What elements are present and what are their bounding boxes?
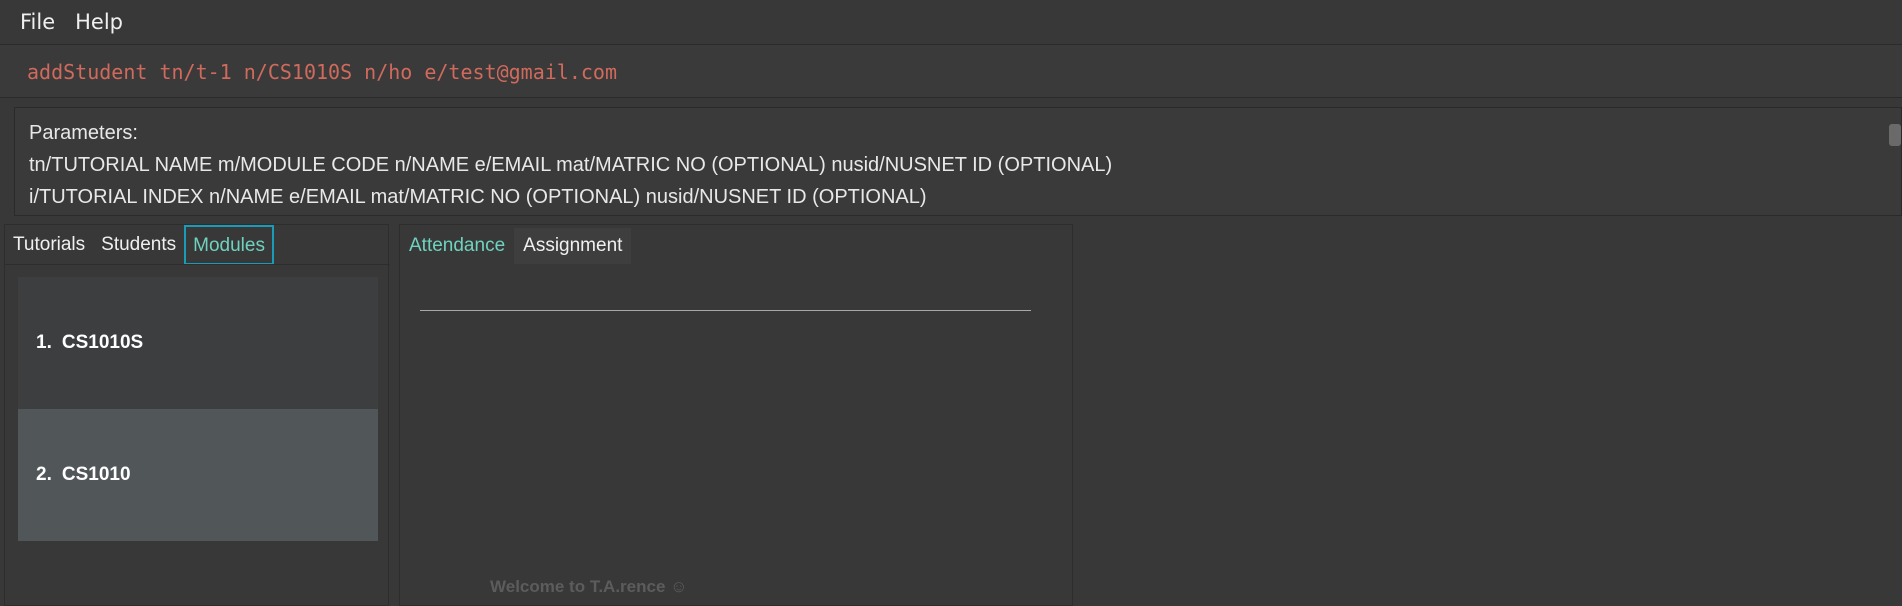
welcome-message: Welcome to T.A.rence ☺ xyxy=(490,577,688,596)
result-scrollbar[interactable] xyxy=(1889,124,1901,146)
tab-attendance[interactable]: Attendance xyxy=(400,228,514,264)
command-input[interactable] xyxy=(14,51,1888,93)
tab-divider xyxy=(5,264,390,265)
module-list: 1. CS1010S 2. CS1010 xyxy=(18,277,378,541)
list-tabs: Tutorials Students Modules xyxy=(5,225,274,265)
list-item[interactable]: 1. CS1010S xyxy=(18,277,378,409)
divider xyxy=(420,310,1031,311)
tab-assignment[interactable]: Assignment xyxy=(514,228,632,264)
list-panel: Tutorials Students Modules 1. CS1010S 2.… xyxy=(4,224,390,606)
tab-modules[interactable]: Modules xyxy=(184,225,274,265)
empty-panel xyxy=(1074,224,1902,606)
module-code: CS1010 xyxy=(61,464,131,485)
module-index: 2. xyxy=(36,464,52,485)
result-display: Parameters: tn/TUTORIAL NAME m/MODULE CO… xyxy=(14,107,1902,216)
module-index: 1. xyxy=(36,332,52,353)
menu-help[interactable]: Help xyxy=(65,0,133,44)
detail-panel: Attendance Assignment Welcome to T.A.ren… xyxy=(399,224,1073,606)
command-box xyxy=(0,44,1902,98)
tab-tutorials[interactable]: Tutorials xyxy=(5,225,93,265)
tab-students[interactable]: Students xyxy=(93,225,184,265)
detail-tabs: Attendance Assignment xyxy=(400,228,632,264)
list-item[interactable]: 2. CS1010 xyxy=(18,409,378,541)
menu-bar: File Help xyxy=(0,0,1902,44)
result-line: tn/TUTORIAL NAME m/MODULE CODE n/NAME e/… xyxy=(29,154,1113,176)
result-line: Parameters: xyxy=(29,122,138,144)
menu-file[interactable]: File xyxy=(0,0,65,44)
result-line: i/TUTORIAL INDEX n/NAME e/EMAIL mat/MATR… xyxy=(29,186,927,208)
module-code: CS1010S xyxy=(61,332,144,353)
